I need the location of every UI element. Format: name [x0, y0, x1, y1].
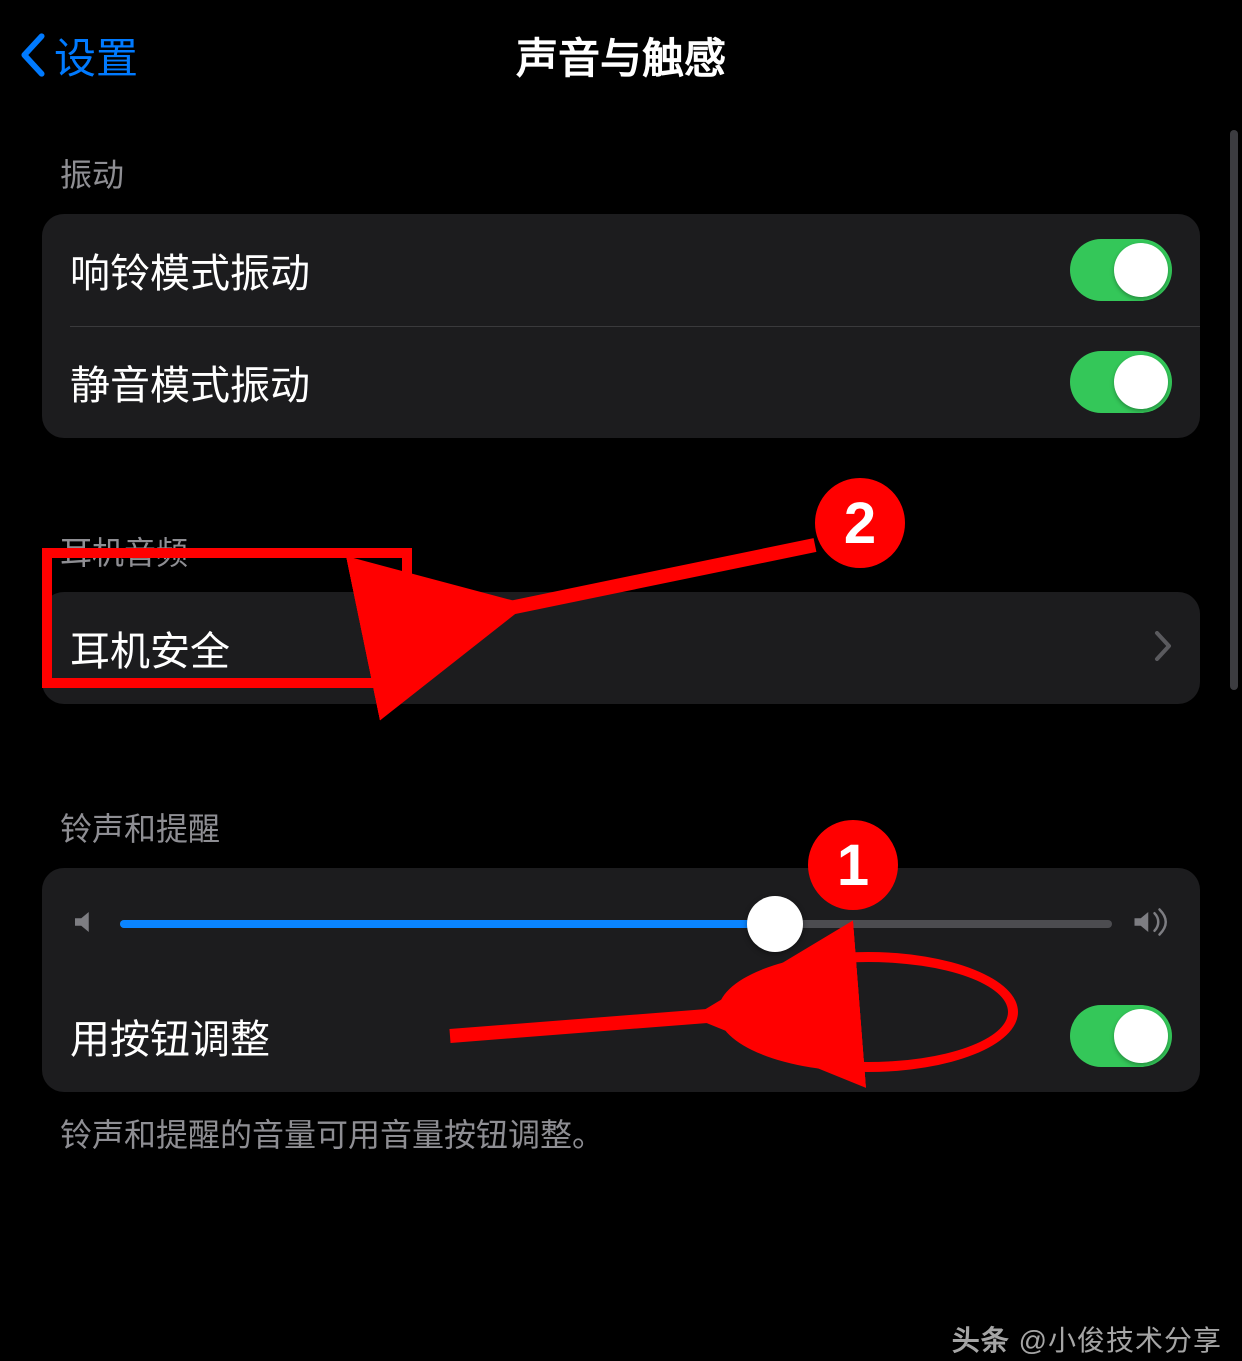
row-vibrate-on-silent[interactable]: 静音模式振动 [42, 326, 1200, 438]
row-change-with-buttons[interactable]: 用按钮调整 [42, 980, 1200, 1092]
navigation-bar: 设置 声音与触感 [0, 0, 1242, 110]
row-label: 静音模式振动 [70, 353, 310, 411]
volume-low-icon [70, 907, 100, 942]
toggle-change-with-buttons[interactable] [1070, 1005, 1172, 1067]
group-headphone: 耳机安全 [42, 592, 1200, 704]
row-label: 响铃模式振动 [70, 241, 310, 299]
volume-high-icon [1132, 906, 1172, 943]
row-label: 耳机安全 [70, 619, 230, 677]
section-footer-ringer: 铃声和提醒的音量可用音量按钮调整。 [42, 1092, 1200, 1156]
group-vibration: 响铃模式振动 静音模式振动 [42, 214, 1200, 438]
watermark-handle: @小俊技术分享 [1019, 1325, 1222, 1356]
toggle-vibrate-on-ring[interactable] [1070, 239, 1172, 301]
row-label: 用按钮调整 [70, 1007, 270, 1065]
row-vibrate-on-ring[interactable]: 响铃模式振动 [42, 214, 1200, 326]
chevron-left-icon [20, 32, 46, 78]
row-volume-slider [42, 868, 1200, 980]
watermark-prefix: 头条 [952, 1325, 1010, 1356]
watermark: 头条 @小俊技术分享 [952, 1319, 1222, 1359]
section-header-ringer: 铃声和提醒 [42, 704, 1200, 868]
page-title: 声音与触感 [516, 25, 726, 86]
chevron-right-icon [1154, 631, 1172, 666]
row-headphone-safety[interactable]: 耳机安全 [42, 592, 1200, 704]
section-header-vibration: 振动 [42, 110, 1200, 214]
scrollbar[interactable] [1230, 130, 1238, 690]
toggle-vibrate-on-silent[interactable] [1070, 351, 1172, 413]
back-label: 设置 [54, 25, 138, 86]
back-button[interactable]: 设置 [20, 25, 138, 86]
section-header-headphone: 耳机音频 [42, 438, 1200, 592]
volume-slider[interactable] [120, 920, 1112, 928]
group-ringer: 用按钮调整 [42, 868, 1200, 1092]
